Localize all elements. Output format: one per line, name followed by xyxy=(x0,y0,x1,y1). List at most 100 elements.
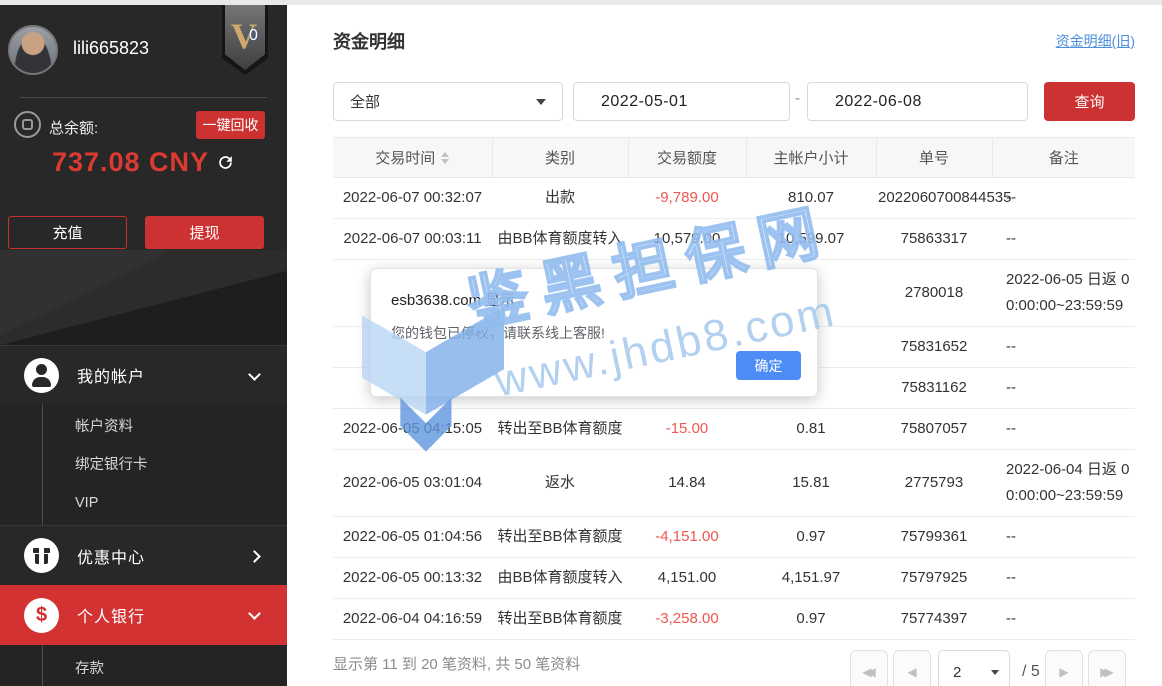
cell-order-no: 75807057 xyxy=(876,409,992,450)
pagination-first-button[interactable]: ◀◀ xyxy=(850,650,888,686)
column-header-order-no: 单号 xyxy=(876,138,992,178)
caret-down-icon xyxy=(991,670,999,675)
prev-page-icon: ◀ xyxy=(907,665,916,679)
date-to-input[interactable]: 2022-06-08 xyxy=(807,82,1028,121)
sidebar-item-personal-bank[interactable]: $ 个人银行 xyxy=(0,585,287,645)
refresh-icon[interactable] xyxy=(216,153,235,172)
next-page-icon: ▶ xyxy=(1059,665,1068,679)
type-filter-select[interactable]: 全部 xyxy=(333,82,563,121)
fund-details-old-link[interactable]: 资金明细(旧) xyxy=(1056,31,1135,51)
browser-alert-dialog: esb3638.com 显示 您的钱包已停权，请联系线上客服! 确定 xyxy=(370,268,818,397)
page-select-value: 2 xyxy=(953,664,961,681)
first-page-icon: ◀◀ xyxy=(862,665,870,679)
sidebar-item-promo-center[interactable]: 优惠中心 xyxy=(0,525,287,585)
total-balance-label: 总余额: xyxy=(49,117,98,138)
vip-level-badge: V 0 xyxy=(222,5,268,75)
cell-order-no: 2022060700844535 xyxy=(876,178,992,219)
sort-icon xyxy=(441,152,449,164)
cell-order-no: 75774397 xyxy=(876,599,992,640)
cell-amount: -15.00 xyxy=(628,409,746,450)
sidebar-item-my-account[interactable]: 我的帐户 xyxy=(0,345,287,404)
cell-remark: -- xyxy=(992,178,1135,219)
sidebar-divider xyxy=(20,97,267,98)
cell-remark: 2022-06-04 日返 0 0:00:00~23:59:59 xyxy=(992,450,1135,517)
pagination-prev-button[interactable]: ◀ xyxy=(893,650,931,686)
cell-remark: -- xyxy=(992,558,1135,599)
table-body: 2022-06-07 00:32:07出款-9,789.00810.072022… xyxy=(333,178,1135,640)
page-select[interactable]: 2 xyxy=(938,650,1010,686)
sidebar-decoration xyxy=(0,250,287,345)
cell-order-no: 75797925 xyxy=(876,558,992,599)
cell-subtotal: 0.97 xyxy=(746,599,876,640)
cell-subtotal: 0.97 xyxy=(746,517,876,558)
cell-remark: -- xyxy=(992,327,1135,368)
user-icon xyxy=(24,358,59,393)
withdraw-button[interactable]: 提现 xyxy=(145,216,264,249)
caret-down-icon xyxy=(536,99,546,105)
column-header-remark: 备注 xyxy=(992,138,1135,178)
cell-category: 由BB体育额度转入 xyxy=(492,219,628,260)
table-row: 2022-06-05 01:04:56转出至BB体育额度-4,151.000.9… xyxy=(333,517,1135,558)
cell-order-no: 75831162 xyxy=(876,368,992,409)
vip-level: 0 xyxy=(249,27,258,45)
column-header-category: 类别 xyxy=(492,138,628,178)
cell-subtotal: 810.07 xyxy=(746,178,876,219)
cell-order-no: 75831652 xyxy=(876,327,992,368)
sidebar-item-label: 我的帐户 xyxy=(77,363,145,387)
cell-remark: -- xyxy=(992,517,1135,558)
chevron-down-icon xyxy=(248,368,261,381)
dialog-message: 您的钱包已停权，请联系线上客服! xyxy=(391,323,605,343)
cell-amount: -9,789.00 xyxy=(628,178,746,219)
cell-time: 2022-06-07 00:32:07 xyxy=(333,178,492,219)
my-account-submenu: 帐户资料 绑定银行卡 VIP xyxy=(0,404,287,525)
date-from-input[interactable]: 2022-05-01 xyxy=(573,82,790,121)
cell-time: 2022-06-07 00:03:11 xyxy=(333,219,492,260)
cell-time: 2022-06-05 01:04:56 xyxy=(333,517,492,558)
table-row: 2022-06-05 00:13:32由BB体育额度转入4,151.004,15… xyxy=(333,558,1135,599)
table-row: 2022-06-04 04:16:59转出至BB体育额度-3,258.000.9… xyxy=(333,599,1135,640)
cell-subtotal: 10,599.07 xyxy=(746,219,876,260)
cell-category: 转出至BB体育额度 xyxy=(492,517,628,558)
table-row: 2022-06-05 03:01:04返水14.8415.81277579320… xyxy=(333,450,1135,517)
cell-order-no: 2780018 xyxy=(876,260,992,327)
dialog-confirm-button[interactable]: 确定 xyxy=(736,351,801,380)
cell-time: 2022-06-04 04:16:59 xyxy=(333,599,492,640)
cell-remark: -- xyxy=(992,409,1135,450)
cell-remark: -- xyxy=(992,219,1135,260)
cell-subtotal: 0.81 xyxy=(746,409,876,450)
cell-time: 2022-06-05 00:13:32 xyxy=(333,558,492,599)
chevron-down-icon xyxy=(248,607,261,620)
dollar-icon: $ xyxy=(24,598,59,633)
sidebar-item-label: 个人银行 xyxy=(77,603,145,627)
cell-remark: -- xyxy=(992,599,1135,640)
cell-category: 出款 xyxy=(492,178,628,219)
cell-amount: 14.84 xyxy=(628,450,746,517)
sidebar: lili665823 V 0 总余额: 一键回收 737.08 CNY 充值 提… xyxy=(0,0,287,686)
column-header-subtotal: 主帐户小计 xyxy=(746,138,876,178)
deposit-button[interactable]: 充值 xyxy=(8,216,127,249)
cell-category: 返水 xyxy=(492,450,628,517)
balance-amount: 737.08 CNY xyxy=(52,147,209,178)
search-button[interactable]: 查询 xyxy=(1044,82,1135,121)
sidebar-item-bind-bank-card[interactable]: 绑定银行卡 xyxy=(0,446,287,484)
table-header-row: 交易时间 类别 交易额度 主帐户小计 单号 备注 xyxy=(333,138,1135,178)
cell-subtotal: 4,151.97 xyxy=(746,558,876,599)
column-header-time[interactable]: 交易时间 xyxy=(333,138,492,178)
avatar[interactable] xyxy=(8,25,58,75)
cell-remark: 2022-06-05 日返 0 0:00:00~23:59:59 xyxy=(992,260,1135,327)
chevron-right-icon xyxy=(248,550,261,563)
cell-subtotal: 15.81 xyxy=(746,450,876,517)
pagination-last-button[interactable]: ▶▶ xyxy=(1088,650,1126,686)
gift-icon xyxy=(24,538,59,573)
sidebar-item-account-info[interactable]: 帐户资料 xyxy=(0,408,287,446)
type-filter-value: 全部 xyxy=(350,91,380,112)
page-title: 资金明细 xyxy=(333,28,405,54)
top-strip xyxy=(0,0,1162,5)
sidebar-item-deposit[interactable]: 存款 xyxy=(0,650,287,686)
one-key-recycle-button[interactable]: 一键回收 xyxy=(196,111,265,139)
cell-amount: 4,151.00 xyxy=(628,558,746,599)
pagination-next-button[interactable]: ▶ xyxy=(1045,650,1083,686)
sidebar-item-vip[interactable]: VIP xyxy=(0,484,287,522)
cell-order-no: 2775793 xyxy=(876,450,992,517)
column-header-label: 交易时间 xyxy=(375,147,435,168)
